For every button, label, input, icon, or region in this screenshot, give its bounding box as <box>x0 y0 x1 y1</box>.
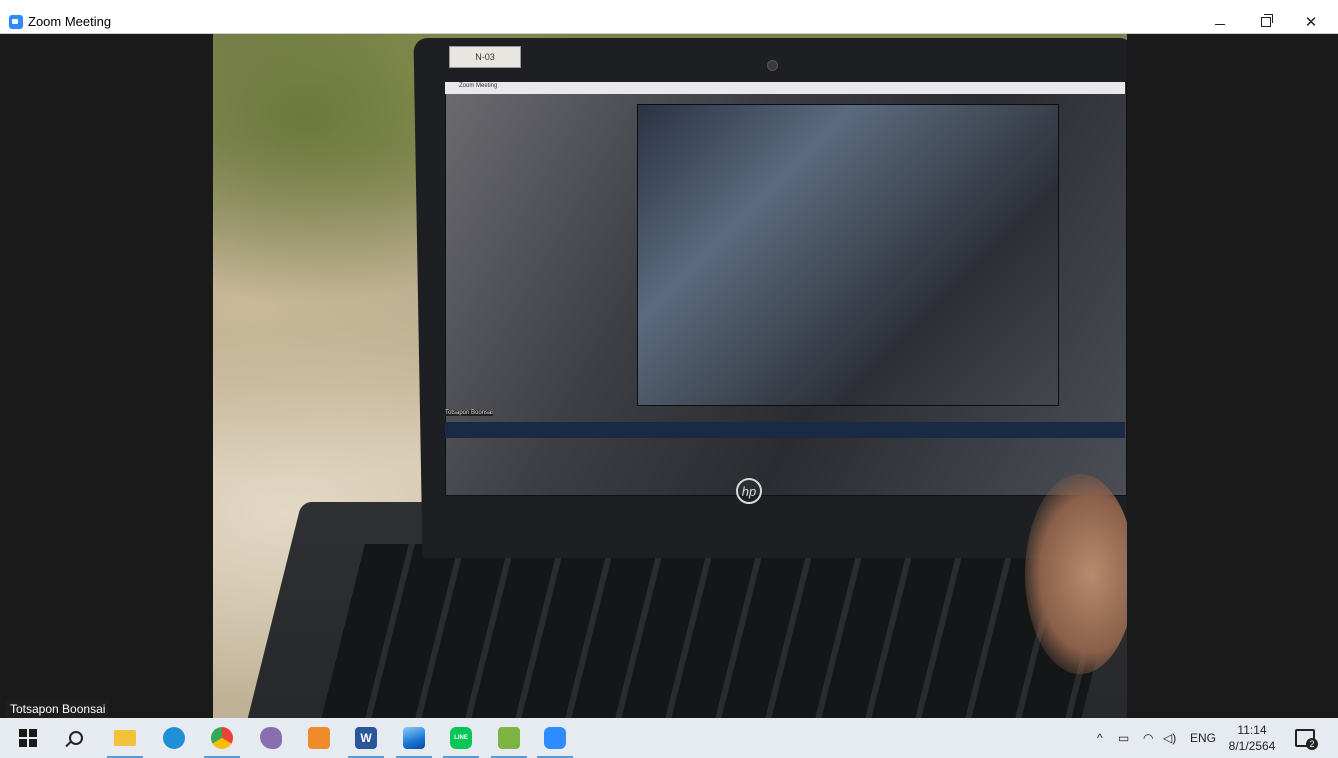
wifi-icon: ◠ <box>1143 731 1154 745</box>
clock-time: 11:14 <box>1237 723 1267 737</box>
edge-icon <box>163 727 185 749</box>
laptop-keys <box>321 544 1125 718</box>
participant-video[interactable]: N-03 Zoom Meeting Totsapon Boonsai hp <box>213 34 1127 718</box>
zoom-icon <box>544 727 566 749</box>
search-icon <box>69 731 83 745</box>
close-icon: ✕ <box>1304 14 1318 31</box>
taskbar-android-app[interactable] <box>487 718 531 758</box>
tray-clock[interactable]: 11:14 8/1/2564 <box>1226 722 1278 754</box>
finger <box>1025 474 1127 674</box>
laptop-sticker: N-03 <box>449 46 521 68</box>
window-title: Zoom Meeting <box>28 14 112 29</box>
clock-date: 8/1/2564 <box>1228 739 1276 753</box>
taskbar-edge[interactable] <box>152 718 196 758</box>
minimize-icon <box>1215 23 1225 25</box>
minimize-button[interactable] <box>1197 10 1243 34</box>
windows-taskbar: W LINE ^ ▭ ◠ ◁) ENG 11:14 8/1/2564 2 <box>0 718 1338 758</box>
tray-language[interactable]: ENG <box>1190 718 1216 758</box>
battery-icon: ▭ <box>1118 731 1130 745</box>
chevron-up-icon: ^ <box>1097 731 1103 745</box>
taskbar-file-explorer[interactable] <box>103 718 147 758</box>
taskbar-chrome[interactable] <box>200 718 244 758</box>
photos-icon <box>403 727 425 749</box>
volume-icon: ◁) <box>1163 731 1177 745</box>
taskbar-photos[interactable] <box>392 718 436 758</box>
notification-icon: 2 <box>1295 729 1318 750</box>
orange-app-icon <box>308 727 330 749</box>
tray-volume[interactable]: ◁) <box>1163 718 1176 758</box>
folder-icon <box>114 730 136 746</box>
hp-logo-icon: hp <box>736 478 762 504</box>
taskbar-word[interactable]: W <box>344 718 388 758</box>
restore-icon <box>1261 14 1273 27</box>
paint-icon <box>260 727 282 749</box>
meeting-area: N-03 Zoom Meeting Totsapon Boonsai hp To… <box>6 34 1332 718</box>
notification-badge: 2 <box>1306 738 1318 750</box>
tray-wifi[interactable]: ◠ <box>1143 718 1153 758</box>
android-icon <box>498 727 520 749</box>
inner-participant-name: Totsapon Boonsai <box>445 410 493 416</box>
search-button[interactable] <box>54 718 98 758</box>
start-button[interactable] <box>6 718 50 758</box>
close-button[interactable]: ✕ <box>1288 10 1334 34</box>
inner-window-title: Zoom Meeting <box>459 83 498 89</box>
title-bar: Zoom Meeting ✕ <box>0 0 1338 34</box>
word-icon: W <box>355 727 377 749</box>
taskbar-zoom[interactable] <box>533 718 577 758</box>
notification-button[interactable]: 2 <box>1293 726 1318 750</box>
inner-taskbar <box>445 422 1125 438</box>
tray-chevron[interactable]: ^ <box>1097 718 1103 758</box>
taskbar-paint[interactable] <box>249 718 293 758</box>
zoom-app-icon <box>9 15 23 29</box>
tray-battery[interactable]: ▭ <box>1118 718 1129 758</box>
chrome-icon <box>211 727 233 749</box>
restore-button[interactable] <box>1243 10 1289 34</box>
line-icon: LINE <box>450 727 472 749</box>
taskbar-line[interactable]: LINE <box>439 718 483 758</box>
webcam-icon <box>767 60 778 71</box>
taskbar-orange-app[interactable] <box>297 718 341 758</box>
windows-start-icon <box>19 729 37 747</box>
participant-name-tag: Totsapon Boonsai <box>6 700 110 718</box>
nested-video-feedback <box>637 104 1059 406</box>
inner-window-titlebar <box>445 82 1125 94</box>
